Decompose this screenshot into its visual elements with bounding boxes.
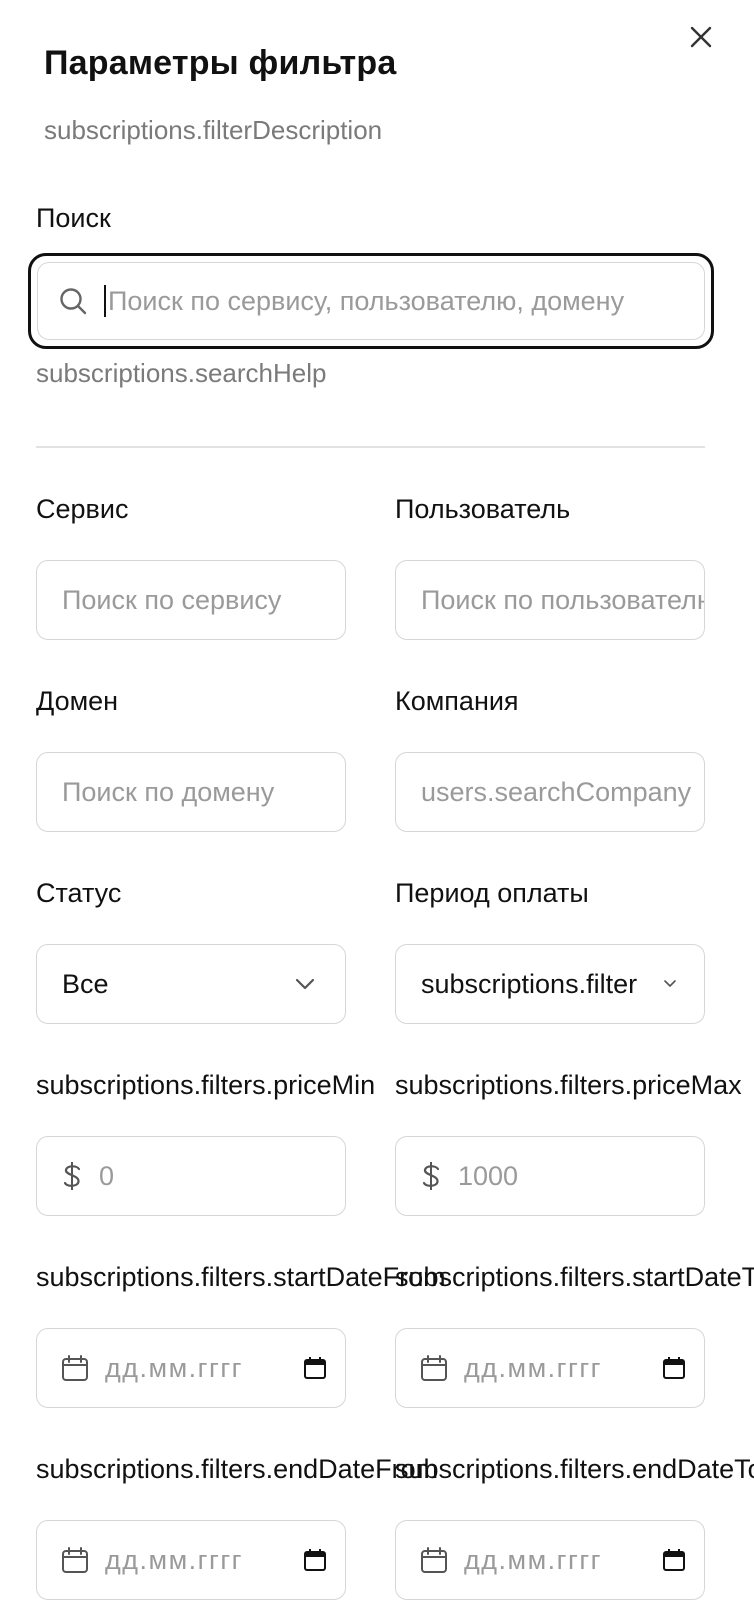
- start-date-to-label: subscriptions.filters.startDateTo: [395, 1262, 754, 1292]
- text-cursor: [104, 285, 106, 317]
- status-select[interactable]: Все: [36, 944, 346, 1024]
- calendar-icon: [421, 1355, 447, 1381]
- chevron-down-icon: [295, 978, 315, 990]
- close-icon: [690, 26, 712, 48]
- close-button[interactable]: [686, 22, 716, 52]
- service-field[interactable]: [36, 560, 346, 640]
- start-date-from-label: subscriptions.filters.startDateFrom: [36, 1262, 446, 1292]
- status-select-value: Все: [62, 968, 109, 999]
- company-label: Компания: [395, 686, 519, 716]
- dollar-icon: [63, 1162, 81, 1190]
- price-max-label: subscriptions.filters.priceMax: [395, 1070, 742, 1100]
- calendar-icon: [62, 1355, 88, 1381]
- price-min-input[interactable]: [83, 1160, 345, 1192]
- status-label: Статус: [36, 878, 122, 908]
- end-date-to-label: subscriptions.filters.endDateTo: [395, 1454, 754, 1484]
- end-date-from-input[interactable]: [89, 1544, 303, 1576]
- search-label: Поиск: [36, 203, 111, 233]
- service-label: Сервис: [36, 494, 129, 524]
- calendar-icon: [421, 1547, 447, 1573]
- search-icon: [60, 288, 87, 315]
- billing-period-select[interactable]: subscriptions.filter: [395, 944, 705, 1024]
- user-label: Пользователь: [395, 494, 571, 524]
- domain-field[interactable]: [36, 752, 346, 832]
- domain-input[interactable]: [37, 776, 345, 808]
- calendar-picker-icon[interactable]: [303, 1356, 327, 1380]
- search-help-text: subscriptions.searchHelp: [36, 358, 327, 388]
- calendar-picker-icon[interactable]: [303, 1548, 327, 1572]
- calendar-picker-icon[interactable]: [662, 1356, 686, 1380]
- search-input[interactable]: [108, 285, 668, 317]
- search-field[interactable]: [37, 262, 705, 340]
- start-date-to-input[interactable]: [448, 1352, 662, 1384]
- user-input[interactable]: [396, 584, 704, 616]
- user-field[interactable]: [395, 560, 705, 640]
- price-min-field[interactable]: [36, 1136, 346, 1216]
- service-input[interactable]: [37, 584, 345, 616]
- end-date-to-input[interactable]: [448, 1544, 662, 1576]
- end-date-to-field[interactable]: [395, 1520, 705, 1600]
- chevron-down-icon: [664, 980, 676, 987]
- calendar-picker-icon[interactable]: [662, 1548, 686, 1572]
- price-max-field[interactable]: [395, 1136, 705, 1216]
- company-field[interactable]: [395, 752, 705, 832]
- price-min-label: subscriptions.filters.priceMin: [36, 1070, 376, 1100]
- end-date-from-label: subscriptions.filters.endDateFrom: [36, 1454, 439, 1484]
- start-date-from-field[interactable]: [36, 1328, 346, 1408]
- start-date-from-input[interactable]: [89, 1352, 303, 1384]
- calendar-icon: [62, 1547, 88, 1573]
- dialog-description: subscriptions.filterDescription: [44, 115, 383, 145]
- start-date-to-field[interactable]: [395, 1328, 705, 1408]
- company-input[interactable]: [396, 776, 704, 808]
- domain-label: Домен: [36, 686, 119, 716]
- section-divider: [36, 446, 705, 448]
- billing-period-select-value: subscriptions.filter: [421, 968, 638, 999]
- billing-period-label: Период оплаты: [395, 878, 589, 908]
- dollar-icon: [422, 1162, 440, 1190]
- dialog-title: Параметры фильтра: [44, 44, 397, 82]
- price-max-input[interactable]: [442, 1160, 704, 1192]
- end-date-from-field[interactable]: [36, 1520, 346, 1600]
